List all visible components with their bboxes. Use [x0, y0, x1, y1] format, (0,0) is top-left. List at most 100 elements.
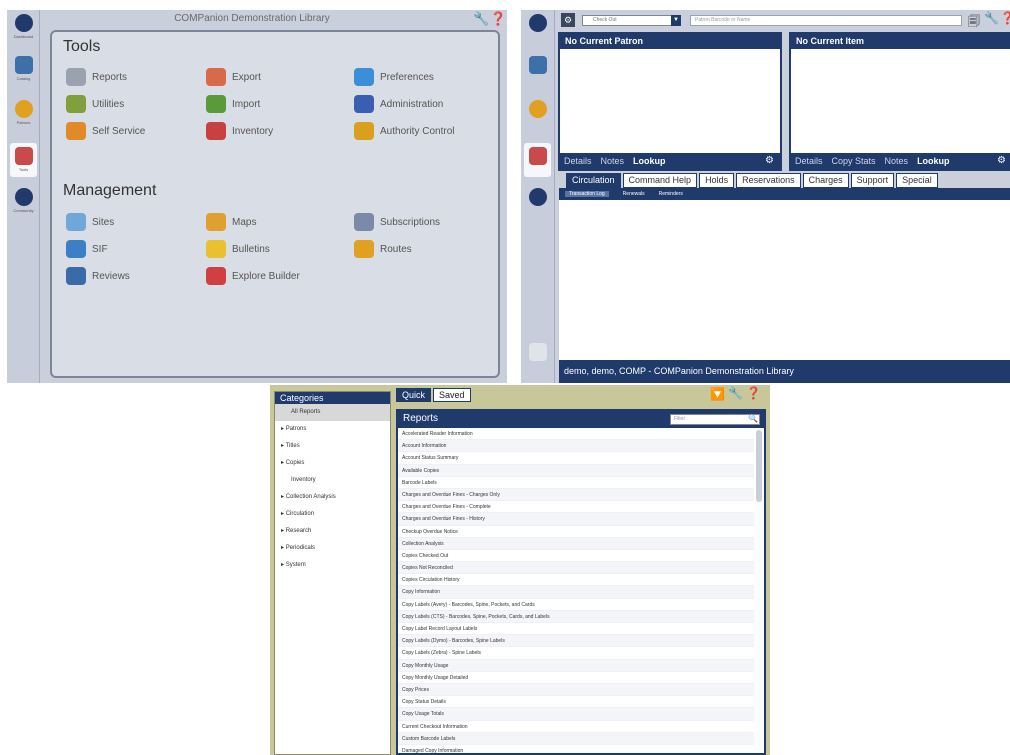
management-subscriptions[interactable]: Subscriptions [354, 212, 440, 232]
management-sif[interactable]: SIF [66, 239, 108, 259]
category-item[interactable]: Inventory [275, 472, 390, 489]
report-row[interactable]: Copy Usage Totals [398, 708, 754, 721]
tool-utilities[interactable]: Utilities [66, 94, 124, 114]
category-item[interactable]: ▸ Collection Analysis [275, 489, 390, 506]
patron-details-link[interactable]: Details [564, 156, 592, 166]
patron-notes-link[interactable]: Notes [601, 156, 625, 166]
management-explore-builder[interactable]: Explore Builder [206, 266, 300, 286]
mode-select[interactable]: Check Out ▼ [582, 15, 681, 26]
help-icon[interactable]: ❓ [746, 386, 761, 400]
management-bulletins[interactable]: Bulletins [206, 239, 270, 259]
report-row[interactable]: Copies Checked Out [398, 550, 754, 563]
tab-quick[interactable]: Quick [396, 388, 432, 402]
tab-holds[interactable]: Holds [699, 173, 735, 188]
settings-gear-icon[interactable]: ⚙ [561, 13, 575, 27]
nav-community[interactable] [524, 188, 551, 218]
gear-icon[interactable]: ⚙ [765, 155, 774, 166]
report-row[interactable]: Account Status Summary [398, 452, 754, 465]
tool-administration[interactable]: Administration [354, 94, 443, 114]
patron-lookup-link[interactable]: Lookup [633, 156, 666, 166]
subtab-renewals[interactable]: Renewals [623, 191, 645, 197]
tab-circulation[interactable]: Circulation [566, 173, 621, 188]
tool-authority-control[interactable]: Authority Control [354, 121, 454, 141]
report-row[interactable]: Copy Labels (CTS) - Barcodes, Spine, Poc… [398, 610, 754, 623]
help-icon[interactable]: ❓ [490, 11, 506, 27]
report-row[interactable]: Copy Labels (Zebra) - Spine Labels [398, 647, 754, 660]
tab-charges[interactable]: Charges [802, 173, 849, 188]
category-item[interactable]: ▸ Circulation [275, 506, 390, 523]
report-row[interactable]: Copy Information [398, 586, 754, 599]
nav-move[interactable] [524, 343, 551, 373]
report-row[interactable]: Copy Labels (Dymo) - Barcodes, Spine Lab… [398, 635, 754, 648]
category-item[interactable]: ▸ Periodicals [275, 540, 390, 557]
report-row[interactable]: Damaged Copy Information [398, 745, 754, 755]
report-row[interactable]: Available Copies [398, 464, 754, 477]
receipt-icon[interactable]: 🗐 [968, 12, 980, 33]
management-sites[interactable]: Sites [66, 212, 114, 232]
report-row[interactable]: Current Checkout Information [398, 721, 754, 733]
report-row[interactable]: Checkup Overdue Notice [398, 526, 754, 538]
nav-dashboard[interactable]: Dashboard [10, 14, 37, 44]
tool-export[interactable]: Export [206, 67, 261, 87]
nav-circulation[interactable] [524, 143, 551, 177]
report-row[interactable]: Copy Status Details [398, 696, 754, 709]
category-item[interactable]: ▸ Copies [275, 455, 390, 472]
category-item[interactable]: ▸ Titles [275, 438, 390, 455]
report-row[interactable]: Copies Not Reconciled [398, 562, 754, 575]
report-row[interactable]: Copy Labels (Avery) - Barcodes, Spine, P… [398, 599, 754, 611]
tool-self-service[interactable]: Self Service [66, 121, 145, 141]
report-row[interactable]: Accelerated Reader Information [398, 428, 754, 441]
tab-saved[interactable]: Saved [433, 388, 471, 402]
management-maps[interactable]: Maps [206, 212, 256, 232]
wrench-icon[interactable]: 🔧 [984, 11, 999, 25]
nav-catalog[interactable] [524, 56, 551, 86]
filter-input[interactable]: Filter 🔍 [670, 414, 760, 425]
nav-patrons[interactable]: Patrons [10, 100, 37, 130]
report-row[interactable]: Barcode Labels [398, 477, 754, 489]
report-row[interactable]: Charges and Overdue Fines - Charges Only [398, 488, 754, 502]
tab-reservations[interactable]: Reservations [736, 173, 801, 188]
help-icon[interactable]: ❓ [1000, 11, 1010, 25]
nav-tools[interactable]: Tools [10, 143, 37, 177]
nav-patrons[interactable] [524, 100, 551, 130]
chevron-down-icon[interactable]: ▼ [671, 15, 681, 26]
report-row[interactable]: Collection Analysis [398, 537, 754, 550]
subtab-transaction-log[interactable]: Transaction Log [565, 191, 609, 197]
report-row[interactable]: Custom Barcode Labels [398, 732, 754, 745]
tab-special[interactable]: Special [896, 173, 938, 188]
nav-dashboard[interactable] [524, 14, 551, 44]
report-row[interactable]: Charges and Overdue Fines - Complete [398, 501, 754, 514]
report-row[interactable]: Charges and Overdue Fines - History [398, 513, 754, 526]
report-row[interactable]: Copies Circulation History [398, 574, 754, 587]
tool-inventory[interactable]: Inventory [206, 121, 273, 141]
report-row[interactable]: Copy Monthly Usage Detailed [398, 672, 754, 684]
search-icon[interactable]: 🔍 [748, 414, 758, 423]
tool-preferences[interactable]: Preferences [354, 67, 434, 87]
wrench-icon[interactable]: 🔧 [473, 11, 489, 27]
item-lookup-link[interactable]: Lookup [917, 156, 950, 166]
gear-icon[interactable]: ⚙ [997, 155, 1006, 166]
report-row[interactable]: Copy Prices [398, 683, 754, 697]
item-copystats-link[interactable]: Copy Stats [832, 156, 876, 166]
tool-import[interactable]: Import [206, 94, 260, 114]
report-row[interactable]: Copy Label Record Layout Labels [398, 623, 754, 636]
tab-support[interactable]: Support [850, 173, 895, 188]
nav-catalog[interactable]: Catalog [10, 56, 37, 86]
wrench-icon[interactable]: 🔧 [728, 386, 743, 400]
nav-community[interactable]: Community [10, 188, 37, 218]
management-reviews[interactable]: Reviews [66, 266, 130, 286]
category-item[interactable]: All Reports [275, 404, 390, 421]
item-notes-link[interactable]: Notes [885, 156, 909, 166]
category-item[interactable]: ▸ Research [275, 523, 390, 540]
filter-icon[interactable]: 🔽 [710, 387, 725, 401]
scrollbar[interactable] [756, 430, 762, 502]
report-row[interactable]: Account Information [398, 440, 754, 453]
subtab-reminders[interactable]: Reminders [659, 191, 683, 197]
tool-reports[interactable]: Reports [66, 67, 127, 87]
scan-input[interactable]: Patron Barcode or Name [690, 15, 962, 26]
report-row[interactable]: Copy Monthly Usage [398, 659, 754, 672]
category-item[interactable]: ▸ System [275, 557, 390, 574]
tab-command-help[interactable]: Command Help [622, 173, 698, 188]
category-item[interactable]: ▸ Patrons [275, 421, 390, 438]
management-routes[interactable]: Routes [354, 239, 412, 259]
